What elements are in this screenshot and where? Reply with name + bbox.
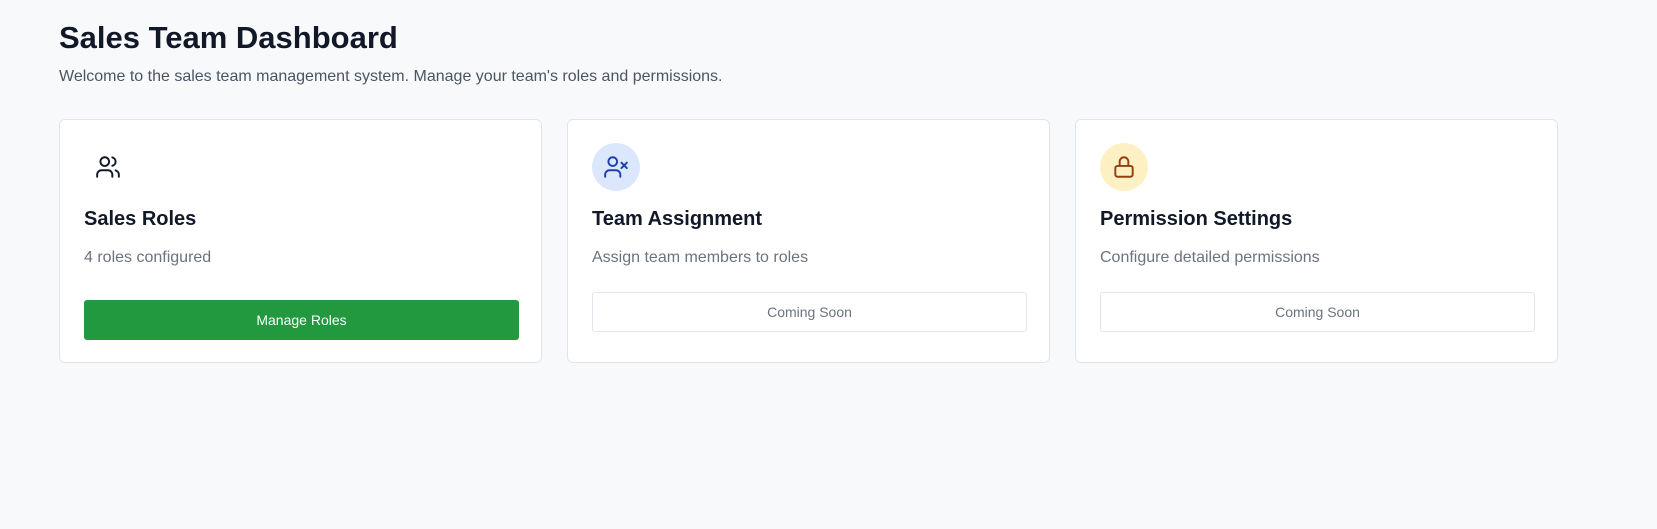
sales-roles-card: Sales Roles 4 roles configured Manage Ro…: [59, 119, 542, 363]
card-description: 4 roles configured: [84, 249, 212, 266]
card-description: Configure detailed permissions: [1100, 249, 1320, 266]
card-title: Sales Roles: [84, 208, 197, 230]
manage-roles-button[interactable]: Manage Roles: [84, 300, 519, 340]
coming-soon-button[interactable]: Coming Soon: [592, 292, 1027, 332]
users-icon: [84, 143, 132, 191]
lock-icon: [1100, 143, 1148, 191]
user-x-icon: [592, 143, 640, 191]
dashboard-page: Sales Team Dashboard Welcome to the sale…: [59, 18, 1564, 363]
card-title: Team Assignment: [592, 208, 763, 230]
coming-soon-button[interactable]: Coming Soon: [1100, 292, 1535, 332]
card-grid: Sales Roles 4 roles configured Manage Ro…: [59, 119, 1558, 363]
permission-settings-card: Permission Settings Configure detailed p…: [1075, 119, 1558, 363]
page-title: Sales Team Dashboard: [59, 20, 398, 55]
page-subtitle: Welcome to the sales team management sys…: [59, 68, 723, 85]
card-description: Assign team members to roles: [592, 249, 809, 266]
team-assignment-card: Team Assignment Assign team members to r…: [567, 119, 1050, 363]
card-title: Permission Settings: [1100, 208, 1293, 230]
